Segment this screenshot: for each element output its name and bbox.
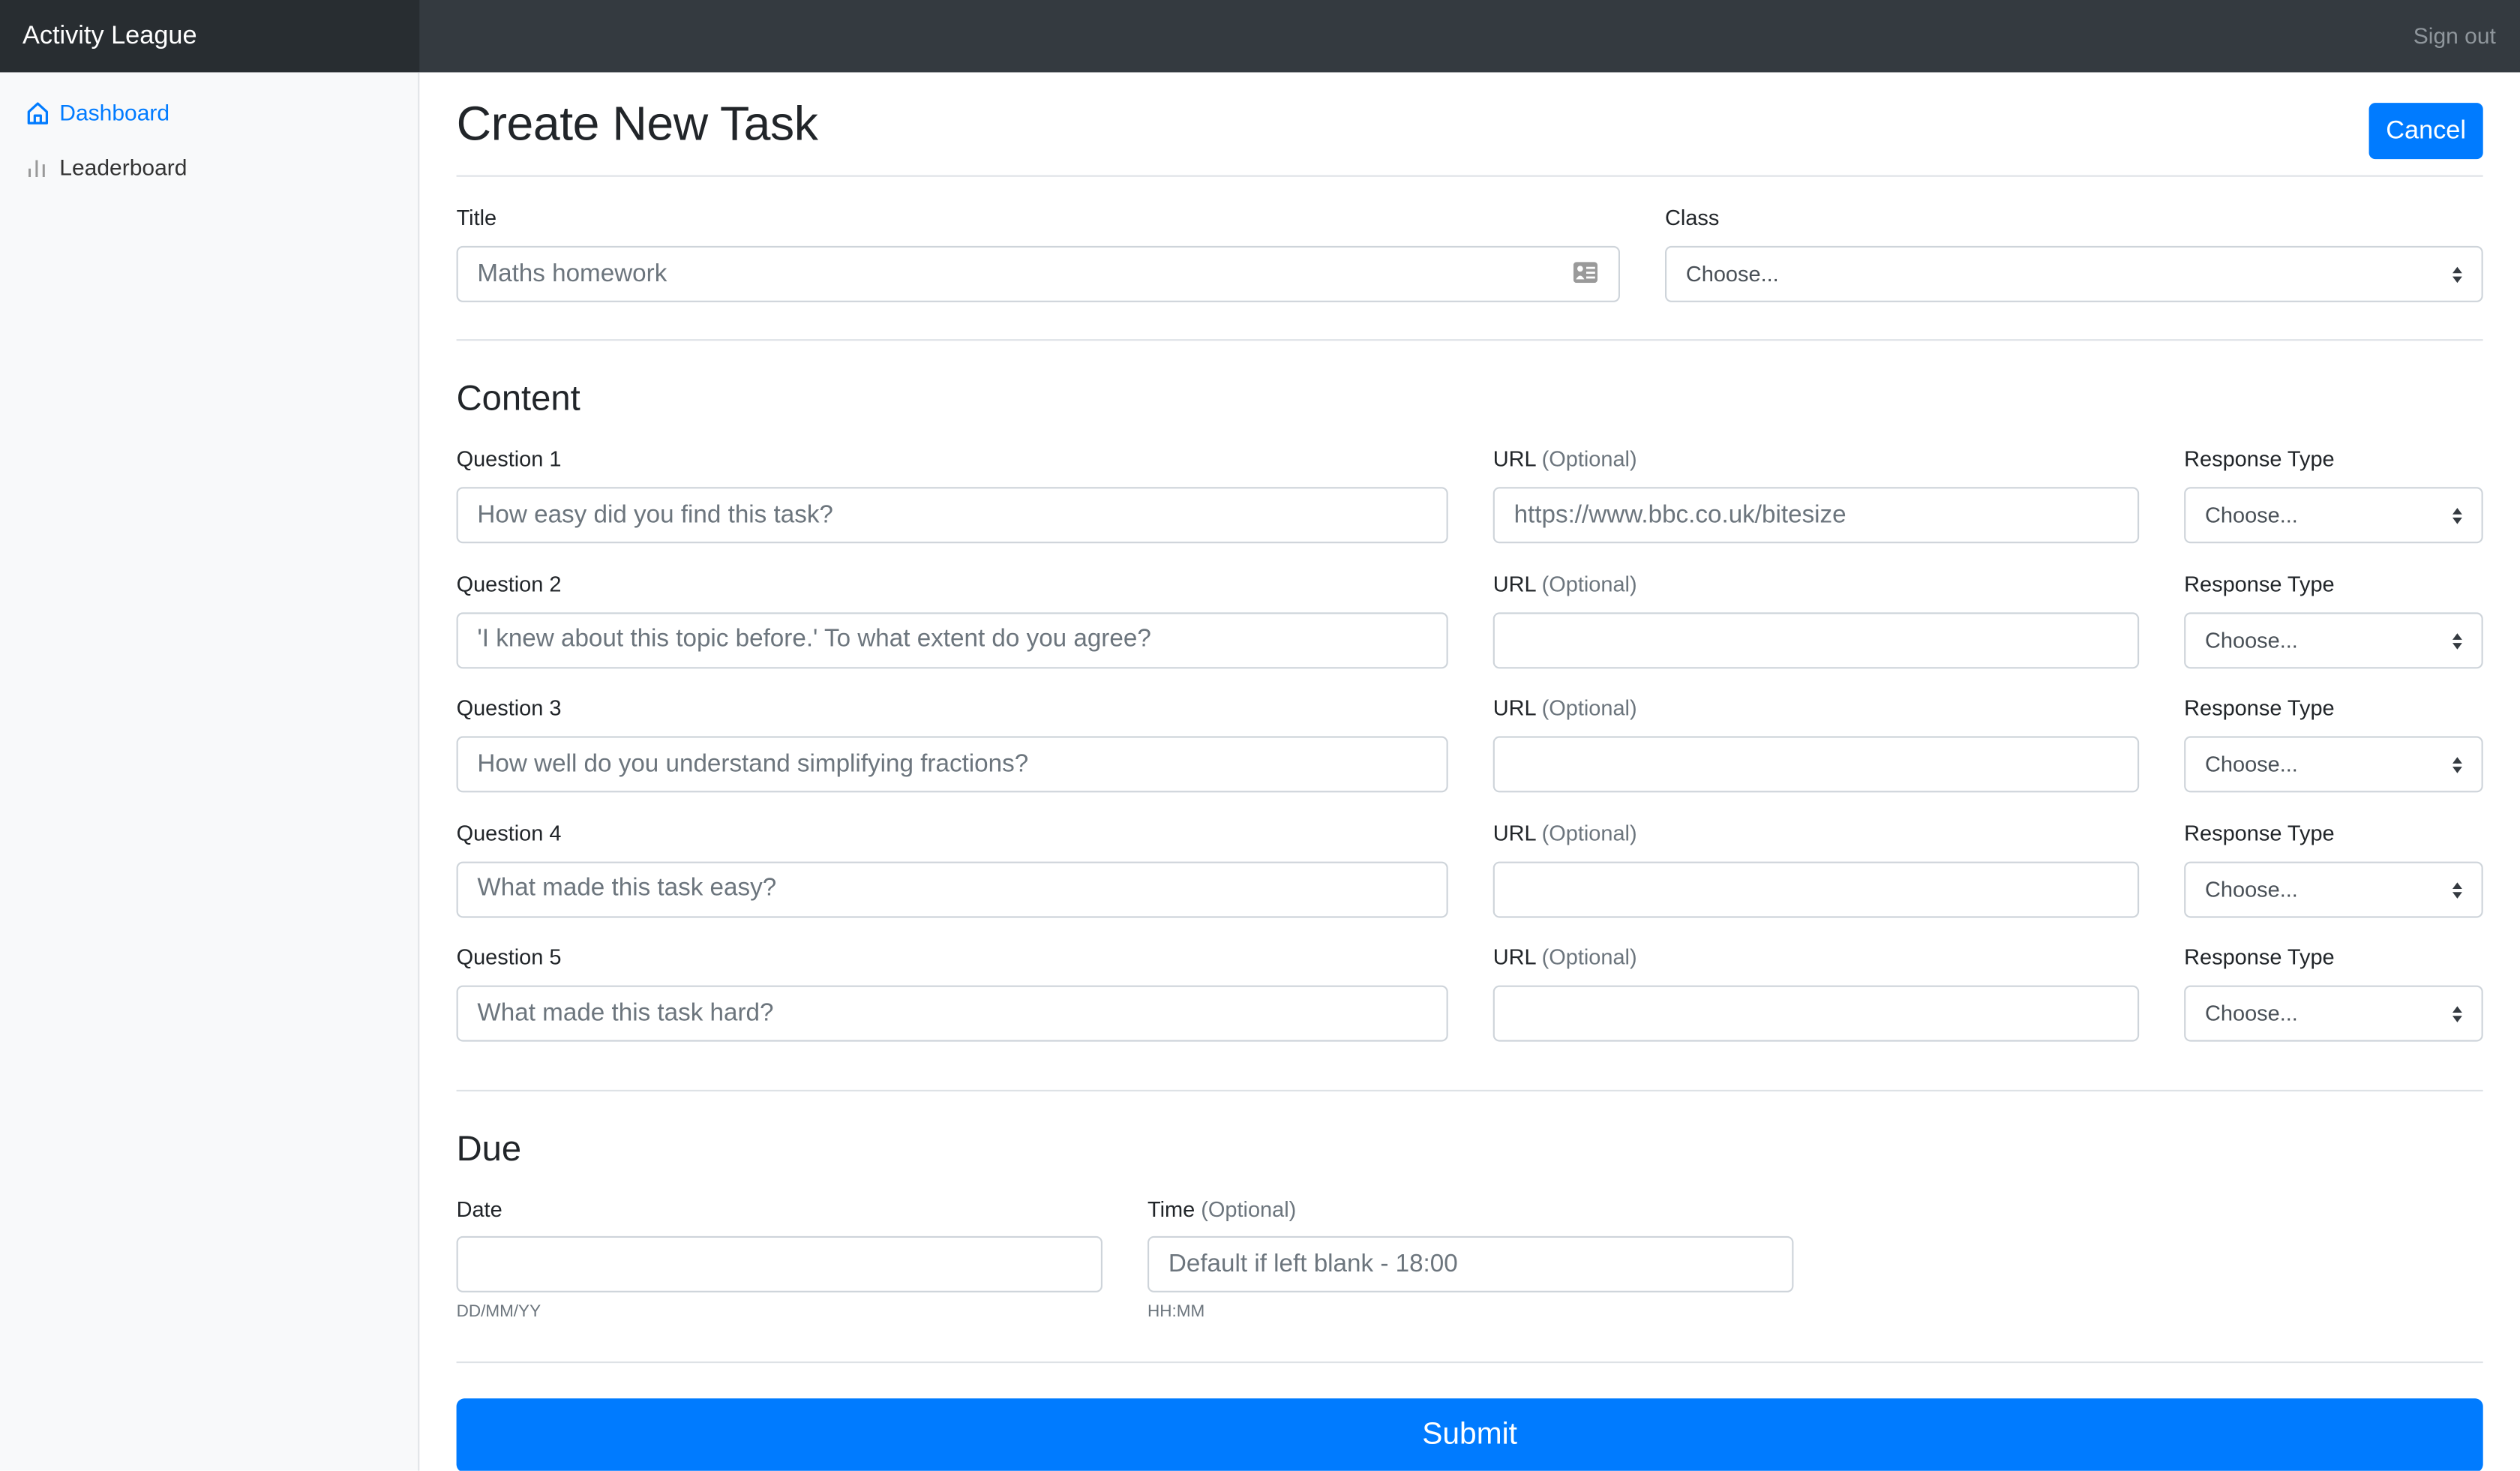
sidebar-item-leaderboard[interactable]: Leaderboard bbox=[24, 151, 187, 183]
class-select-value: Choose... bbox=[1685, 262, 1779, 287]
question-input[interactable] bbox=[456, 611, 1448, 668]
select-arrows-icon bbox=[2452, 881, 2462, 898]
question-label: Question 2 bbox=[456, 571, 562, 596]
select-arrows-icon bbox=[2452, 632, 2462, 649]
select-arrows-icon bbox=[2452, 508, 2462, 524]
title-field-wrapper bbox=[456, 245, 1620, 302]
response-type-value: Choose... bbox=[2205, 503, 2298, 527]
optional-hint: (Optional) bbox=[1541, 945, 1637, 970]
select-arrows-icon bbox=[2452, 1006, 2462, 1022]
response-type-value: Choose... bbox=[2205, 627, 2298, 652]
class-label: Class bbox=[1665, 206, 1720, 230]
date-help-text: DD/MM/YY bbox=[456, 1301, 542, 1322]
bar-chart-icon bbox=[24, 155, 50, 180]
url-label: URL (Optional) bbox=[1493, 945, 1637, 969]
question-input[interactable] bbox=[456, 985, 1448, 1042]
url-label: URL (Optional) bbox=[1493, 821, 1637, 845]
url-label-text: URL bbox=[1492, 446, 1536, 471]
url-label-text: URL bbox=[1492, 695, 1536, 720]
sidebar-item-label: Leaderboard bbox=[59, 154, 188, 180]
response-type-label: Response Type bbox=[2184, 571, 2335, 596]
time-input[interactable] bbox=[1148, 1235, 1794, 1292]
question-input[interactable] bbox=[456, 487, 1448, 544]
time-help-text: HH:MM bbox=[1148, 1301, 1205, 1322]
divider bbox=[456, 1089, 2483, 1091]
question-label: Question 3 bbox=[456, 695, 562, 720]
home-icon bbox=[24, 100, 50, 125]
response-type-label: Response Type bbox=[2184, 945, 2335, 970]
url-label-text: URL bbox=[1492, 571, 1536, 596]
brand-logo[interactable]: Activity League bbox=[0, 0, 420, 73]
sidebar-item-dashboard[interactable]: Dashboard bbox=[24, 97, 170, 129]
response-type-label: Response Type bbox=[2184, 820, 2335, 845]
optional-hint: (Optional) bbox=[1541, 446, 1637, 471]
response-type-select[interactable]: Choose... bbox=[2184, 985, 2483, 1042]
response-type-value: Choose... bbox=[2205, 752, 2298, 776]
response-type-label: Response Type bbox=[2184, 446, 2335, 471]
date-input[interactable] bbox=[456, 1235, 1102, 1292]
page-title: Create New Task bbox=[456, 98, 818, 152]
content-heading: Content bbox=[456, 377, 580, 419]
optional-hint: (Optional) bbox=[1201, 1197, 1297, 1222]
response-type-select[interactable]: Choose... bbox=[2184, 736, 2483, 793]
title-input[interactable] bbox=[456, 245, 1620, 302]
select-arrows-icon bbox=[2452, 266, 2462, 284]
optional-hint: (Optional) bbox=[1541, 820, 1637, 845]
title-label: Title bbox=[456, 206, 497, 230]
time-label-text: Time bbox=[1148, 1197, 1196, 1222]
response-type-select[interactable]: Choose... bbox=[2184, 487, 2483, 544]
divider bbox=[456, 1361, 2483, 1364]
sidebar: Dashboard Leaderboard bbox=[0, 72, 420, 1471]
contact-card-icon[interactable] bbox=[1573, 262, 1598, 284]
response-type-select[interactable]: Choose... bbox=[2184, 611, 2483, 668]
url-input[interactable] bbox=[1492, 611, 2140, 668]
response-type-value: Choose... bbox=[2205, 1001, 2298, 1026]
url-label: URL (Optional) bbox=[1493, 572, 1637, 596]
divider bbox=[456, 339, 2483, 341]
sidebar-item-label: Dashboard bbox=[59, 99, 170, 126]
cancel-button[interactable]: Cancel bbox=[2368, 103, 2483, 160]
divider bbox=[456, 175, 2483, 177]
url-input[interactable] bbox=[1492, 860, 2140, 917]
question-input[interactable] bbox=[456, 736, 1448, 793]
url-label-text: URL bbox=[1492, 820, 1536, 845]
url-input[interactable] bbox=[1492, 736, 2140, 793]
question-label: Question 5 bbox=[456, 945, 562, 970]
select-arrows-icon bbox=[2452, 757, 2462, 773]
url-label: URL (Optional) bbox=[1493, 447, 1637, 471]
sign-out-link[interactable]: Sign out bbox=[2414, 0, 2496, 72]
url-label-text: URL bbox=[1492, 945, 1536, 970]
optional-hint: (Optional) bbox=[1541, 571, 1637, 596]
question-label: Question 4 bbox=[456, 820, 562, 845]
due-heading: Due bbox=[456, 1128, 522, 1169]
date-label: Date bbox=[456, 1197, 502, 1222]
response-type-value: Choose... bbox=[2205, 876, 2298, 902]
question-label: Question 1 bbox=[456, 446, 562, 471]
optional-hint: (Optional) bbox=[1541, 695, 1637, 720]
top-navbar: Activity League Sign out bbox=[0, 0, 2520, 73]
url-label: URL (Optional) bbox=[1493, 696, 1637, 720]
url-input[interactable] bbox=[1492, 985, 2140, 1042]
class-select[interactable]: Choose... bbox=[1665, 245, 2483, 302]
question-input[interactable] bbox=[456, 860, 1448, 917]
time-label: Time (Optional) bbox=[1148, 1197, 1296, 1221]
response-type-label: Response Type bbox=[2184, 695, 2335, 720]
url-input[interactable] bbox=[1492, 487, 2140, 544]
submit-button[interactable]: Submit bbox=[456, 1398, 2483, 1471]
response-type-select[interactable]: Choose... bbox=[2184, 860, 2483, 917]
